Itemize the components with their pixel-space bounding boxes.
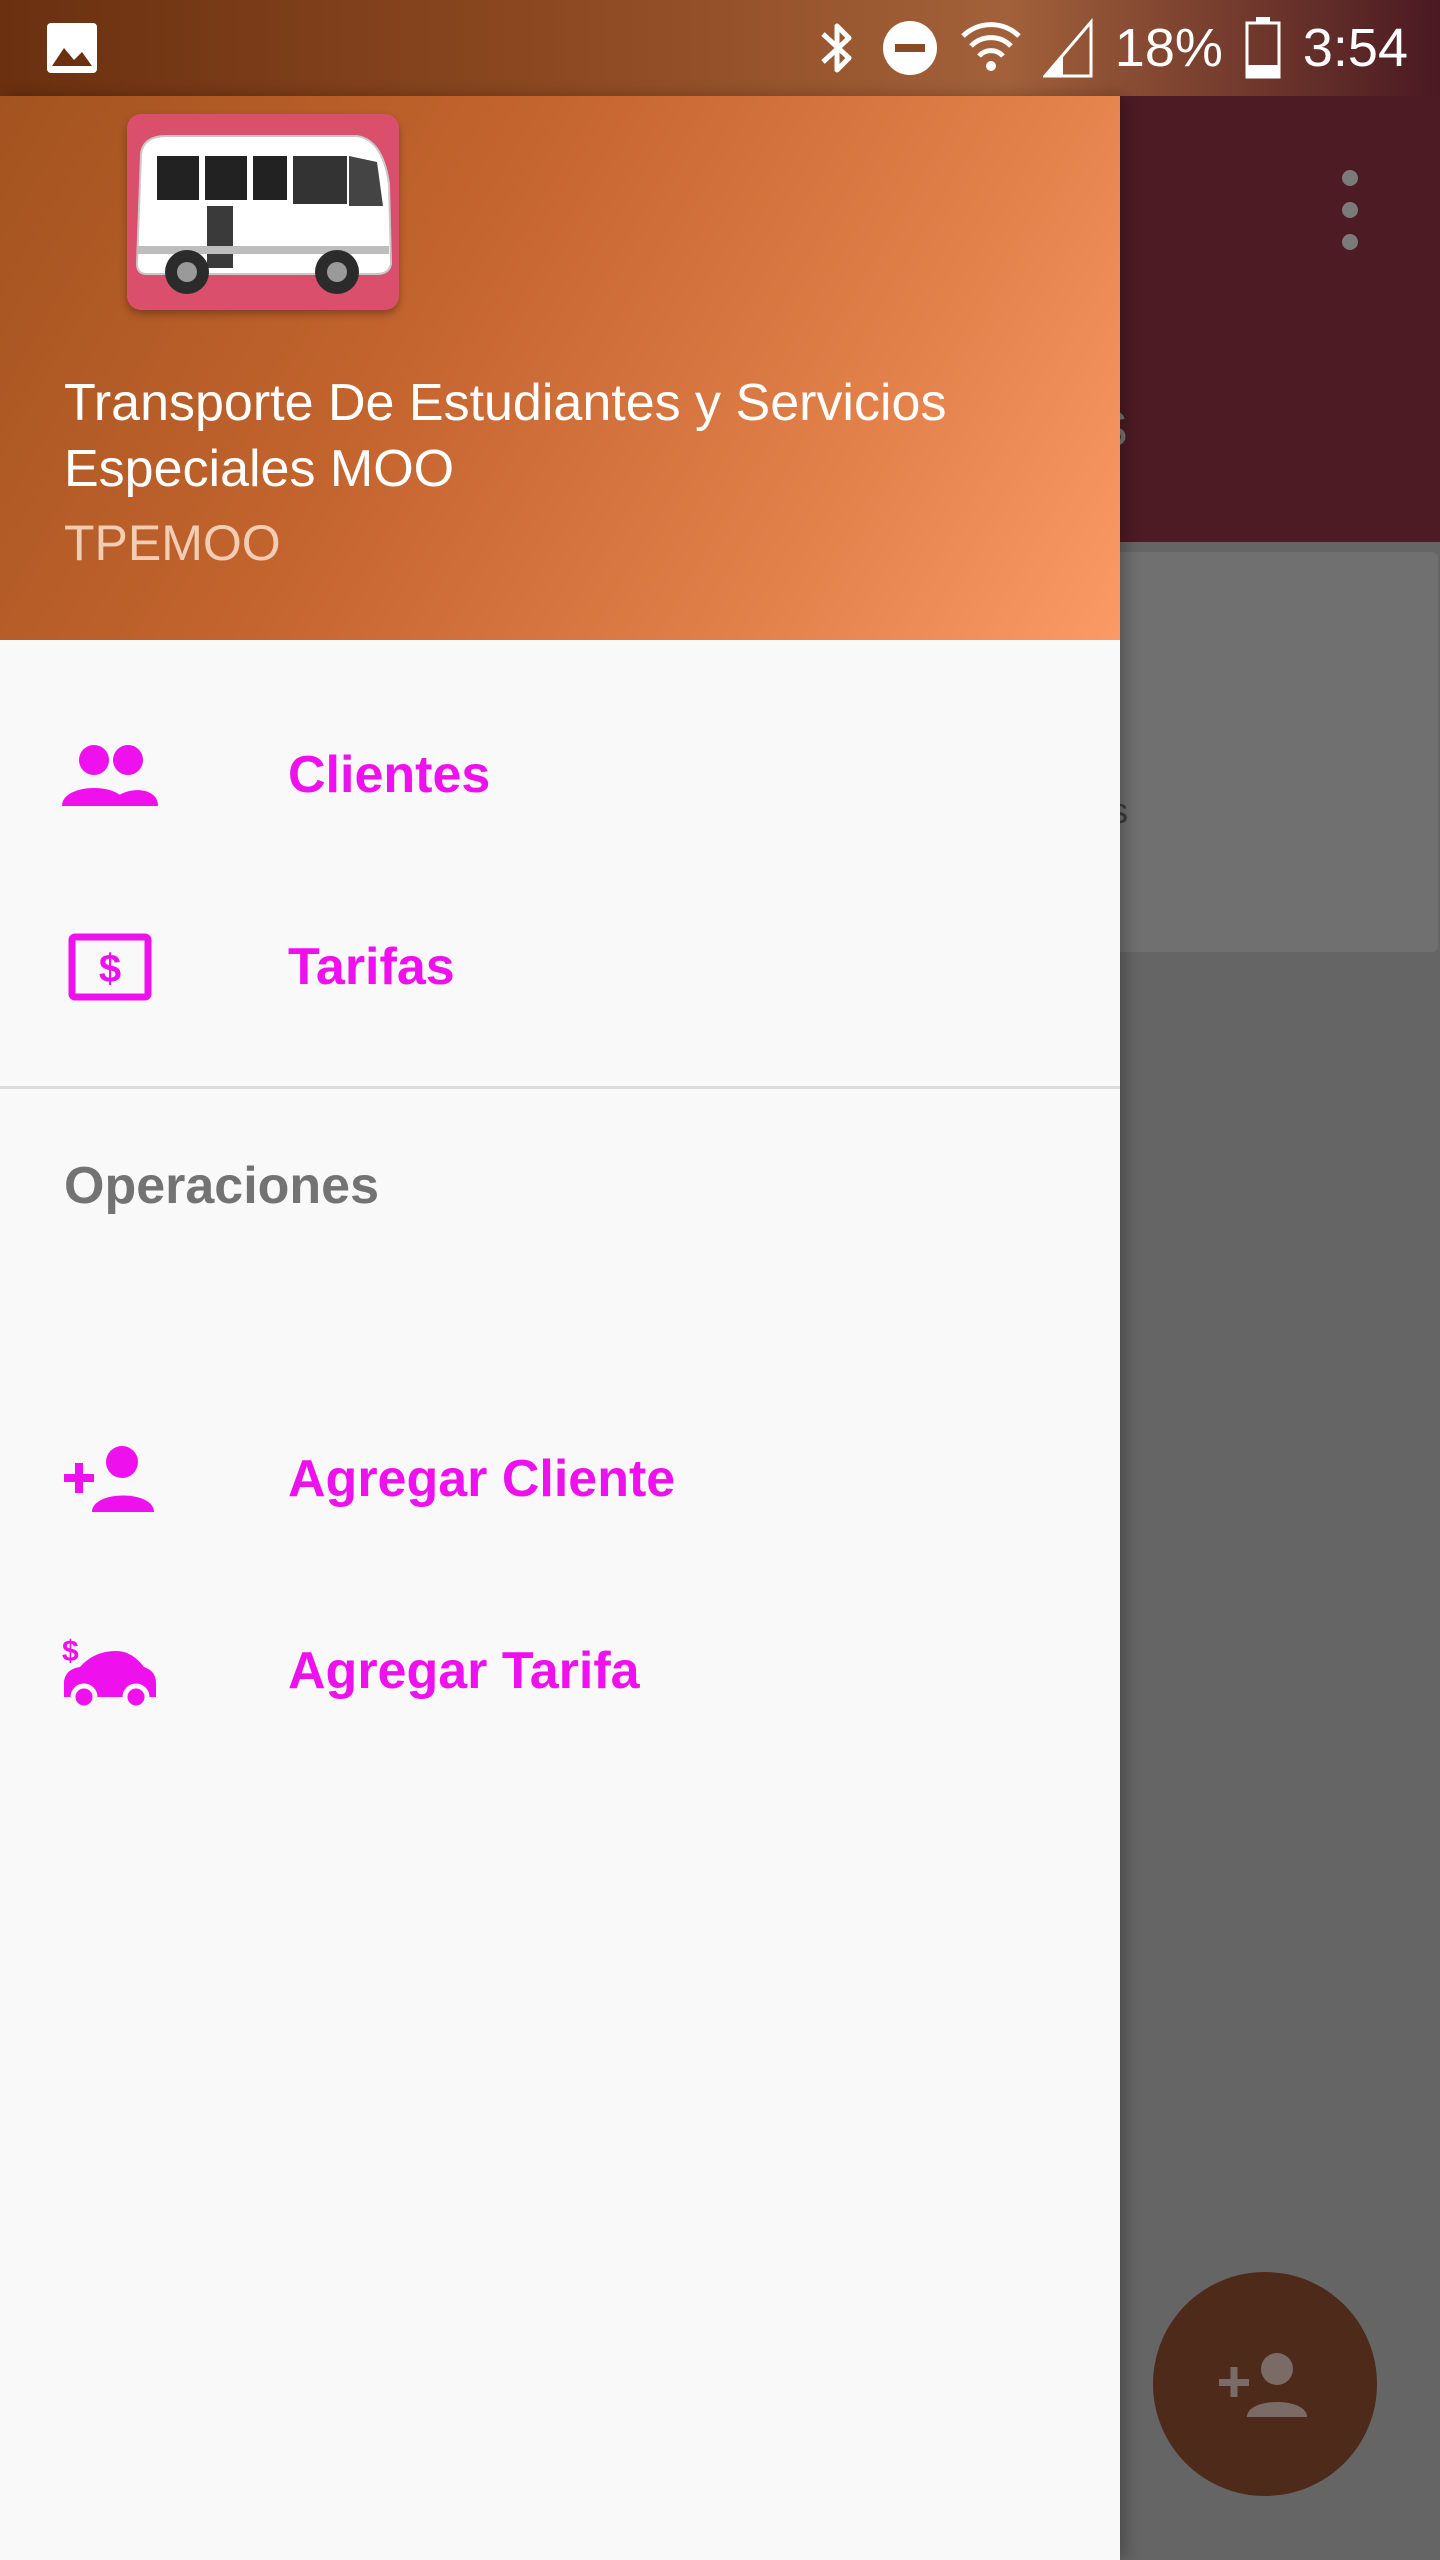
svg-text:$: $ (99, 947, 121, 991)
car-money-icon: $ (60, 1621, 160, 1721)
money-icon: $ (60, 917, 160, 1017)
drawer-divider (0, 1086, 1120, 1089)
clock: 3:54 (1302, 18, 1408, 78)
nav-item-agregar-cliente[interactable]: Agregar Cliente (0, 1384, 1120, 1574)
nav-item-agregar-tarifa[interactable]: $ Agregar Tarifa (0, 1576, 1120, 1766)
nav-item-label: Agregar Tarifa (288, 1642, 640, 1700)
battery-percentage: 18% (1114, 18, 1223, 78)
svg-text:$: $ (62, 1635, 79, 1668)
status-indicators: 18% 3:54 (815, 0, 1408, 96)
drawer-header: Transporte De Estudiantes y Servicios Es… (0, 96, 1120, 640)
battery-icon (1245, 17, 1281, 79)
nav-item-clientes[interactable]: Clientes (0, 680, 1120, 870)
do-not-disturb-icon (882, 21, 937, 75)
overflow-menu-icon[interactable] (1330, 170, 1370, 250)
navigation-drawer: Transporte De Estudiantes y Servicios Es… (0, 96, 1120, 2560)
wifi-icon (961, 22, 1021, 71)
nav-item-tarifas[interactable]: $ Tarifas (0, 872, 1120, 1062)
status-bar: 18% 3:54 (0, 0, 1440, 96)
nav-item-label: Agregar Cliente (288, 1450, 676, 1508)
bluetooth-icon (821, 23, 852, 73)
nav-item-label: Tarifas (288, 938, 455, 996)
add-person-icon (60, 1429, 160, 1529)
section-header-operaciones: Operaciones (64, 1157, 380, 1215)
signal-icon (1042, 18, 1093, 78)
gallery-icon (47, 23, 97, 73)
nav-item-label: Clientes (288, 746, 491, 804)
add-client-fab[interactable] (1153, 2272, 1377, 2496)
bus-logo (127, 114, 399, 310)
drawer-header-subtitle: TPEMOO (64, 515, 281, 571)
people-icon (60, 725, 160, 825)
drawer-header-title: Transporte De Estudiantes y Servicios Es… (64, 374, 947, 498)
add-person-icon (1219, 2353, 1307, 2417)
